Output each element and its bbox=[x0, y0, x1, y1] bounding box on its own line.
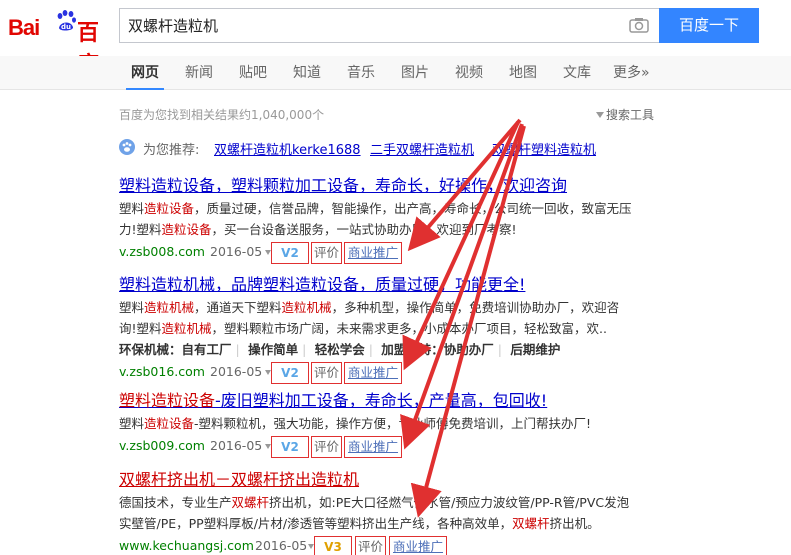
promotion-link[interactable]: 商业推广 bbox=[389, 536, 448, 555]
tab-more[interactable]: 更多» bbox=[613, 62, 650, 82]
tab-wenku[interactable]: 文库 bbox=[563, 62, 591, 82]
recommend-link[interactable]: 二手双螺杆造粒机 bbox=[370, 139, 474, 158]
sublink[interactable]: 轻松学会 bbox=[315, 342, 365, 357]
promotion-link[interactable]: 商业推广 bbox=[344, 436, 403, 458]
result-title[interactable]: 塑料造粒设备，塑料颗粒加工设备，寿命长，好操作，欢迎咨询 bbox=[119, 176, 664, 196]
result-count: 百度为您找到相关结果约1,040,000个 bbox=[119, 108, 325, 122]
search-result: 双螺杆挤出机－双螺杆挤出造粒机 德国技术，专业生产双螺杆挤出机，如:PE大口径燃… bbox=[119, 470, 664, 555]
sublink[interactable]: 加盟支持：协助办厂 bbox=[381, 342, 494, 357]
tab-map[interactable]: 地图 bbox=[509, 62, 537, 82]
result-description: 塑料造粒机械，通道天下塑料造粒机械，多种机型，操作简单，免费培训协助办厂，欢迎咨… bbox=[119, 300, 620, 336]
result-title[interactable]: 双螺杆挤出机－双螺杆挤出造粒机 bbox=[119, 470, 664, 490]
tab-news[interactable]: 新闻 bbox=[185, 62, 213, 82]
tab-tieba[interactable]: 贴吧 bbox=[239, 62, 267, 82]
search-result: 塑料造粒机械，品牌塑料造粒设备，质量过硬，功能更全! 塑料造粒机械，通道天下塑料… bbox=[119, 275, 664, 386]
result-description: 塑料造粒设备-塑料颗粒机，强大功能，操作方便，专业师傅免费培训，上门帮扶办厂! bbox=[119, 416, 592, 431]
sublink[interactable]: 操作简单 bbox=[248, 342, 298, 357]
verified-badge[interactable]: V2 bbox=[271, 362, 309, 384]
search-button[interactable]: 百度一下 bbox=[659, 8, 759, 43]
recommend-link[interactable]: 双螺杆造粒机kerke1688 bbox=[214, 139, 361, 158]
result-url[interactable]: v.zsb008.com bbox=[119, 244, 205, 259]
filter-icon bbox=[596, 112, 604, 118]
tab-webpage[interactable]: 网页 bbox=[131, 62, 159, 82]
camera-icon[interactable] bbox=[629, 17, 649, 33]
evaluate-link[interactable]: 评价 bbox=[311, 436, 343, 458]
result-url[interactable]: www.kechuangsj.com bbox=[119, 538, 254, 553]
search-tools-label: 搜索工具 bbox=[606, 108, 655, 122]
search-box bbox=[119, 8, 659, 43]
result-url[interactable]: v.zsb009.com bbox=[119, 438, 205, 453]
result-date: 2016-05 bbox=[210, 244, 263, 259]
evaluate-link[interactable]: 评价 bbox=[311, 242, 343, 264]
recommendation-bar: 为您推荐: 双螺杆造粒机kerke1688 二手双螺杆造粒机 双螺杆塑料造粒机 bbox=[119, 138, 659, 158]
result-title[interactable]: 塑料造粒机械，品牌塑料造粒设备，质量过硬，功能更全! bbox=[119, 275, 664, 295]
tab-zhidao[interactable]: 知道 bbox=[293, 62, 321, 82]
paw-badge-icon bbox=[119, 139, 135, 155]
result-title[interactable]: 塑料造粒设备-废旧塑料加工设备，寿命长，产量高，包回收! bbox=[119, 391, 664, 411]
verified-badge[interactable]: V2 bbox=[271, 242, 309, 264]
search-result: 塑料造粒设备，塑料颗粒加工设备，寿命长，好操作，欢迎咨询 塑料造粒设备，质量过硬… bbox=[119, 176, 664, 266]
result-sublinks: 环保机械：自有工厂 | 操作简单 | 轻松学会 | 加盟支持：协助办厂 | 后期维护 bbox=[119, 342, 561, 357]
search-result: 塑料造粒设备-废旧塑料加工设备，寿命长，产量高，包回收! 塑料造粒设备-塑料颗粒… bbox=[119, 391, 664, 460]
verified-badge[interactable]: V3 bbox=[314, 536, 352, 555]
result-url[interactable]: v.zsb016.com bbox=[119, 364, 205, 379]
result-description: 德国技术，专业生产双螺杆挤出机，如:PE大口径燃气供水管/预应力波纹管/PP-R… bbox=[119, 495, 630, 531]
recommend-label: 为您推荐: bbox=[143, 143, 200, 158]
result-meta: v.zsb008.com 2016-05 V2 评价 商业推广 bbox=[119, 242, 664, 266]
result-meta: www.kechuangsj.com 2016-05 V3 评价 商业推广 bbox=[119, 536, 664, 555]
result-date: 2016-05 bbox=[210, 364, 263, 379]
verified-badge[interactable]: V2 bbox=[271, 436, 309, 458]
promotion-link[interactable]: 商业推广 bbox=[344, 362, 403, 384]
result-date: 2016-05 bbox=[210, 438, 263, 453]
sublink[interactable]: 环保机械：自有工厂 bbox=[119, 342, 232, 357]
tab-music[interactable]: 音乐 bbox=[347, 62, 375, 82]
active-tab-indicator bbox=[126, 88, 164, 90]
evaluate-link[interactable]: 评价 bbox=[311, 362, 343, 384]
sublink[interactable]: 后期维护 bbox=[510, 342, 560, 357]
nav-bar: 网页 新闻 贴吧 知道 音乐 图片 视频 地图 文库 更多» bbox=[0, 56, 791, 90]
logo-text-bai: Bai bbox=[8, 15, 40, 40]
header: Bai du 百度 百度一下 bbox=[0, 0, 791, 78]
tab-images[interactable]: 图片 bbox=[401, 62, 429, 82]
paw-icon: du bbox=[57, 10, 76, 31]
svg-text:du: du bbox=[61, 23, 71, 31]
evaluate-link[interactable]: 评价 bbox=[355, 536, 387, 555]
result-description: 塑料造粒设备，质量过硬，信誉品牌，智能操作，出产高，寿命长，公司统一回收，致富无… bbox=[119, 201, 632, 237]
recommend-link[interactable]: 双螺杆塑料造粒机 bbox=[492, 139, 596, 158]
tab-video[interactable]: 视频 bbox=[455, 62, 483, 82]
baidu-logo[interactable]: Bai du 百度 bbox=[8, 6, 112, 78]
search-input[interactable] bbox=[120, 9, 620, 42]
result-meta: v.zsb016.com 2016-05 V2 评价 商业推广 bbox=[119, 362, 664, 386]
result-date: 2016-05 bbox=[255, 538, 308, 553]
promotion-link[interactable]: 商业推广 bbox=[344, 242, 403, 264]
search-tools-button[interactable]: 搜索工具 bbox=[596, 106, 654, 123]
result-meta: v.zsb009.com 2016-05 V2 评价 商业推广 bbox=[119, 436, 664, 460]
